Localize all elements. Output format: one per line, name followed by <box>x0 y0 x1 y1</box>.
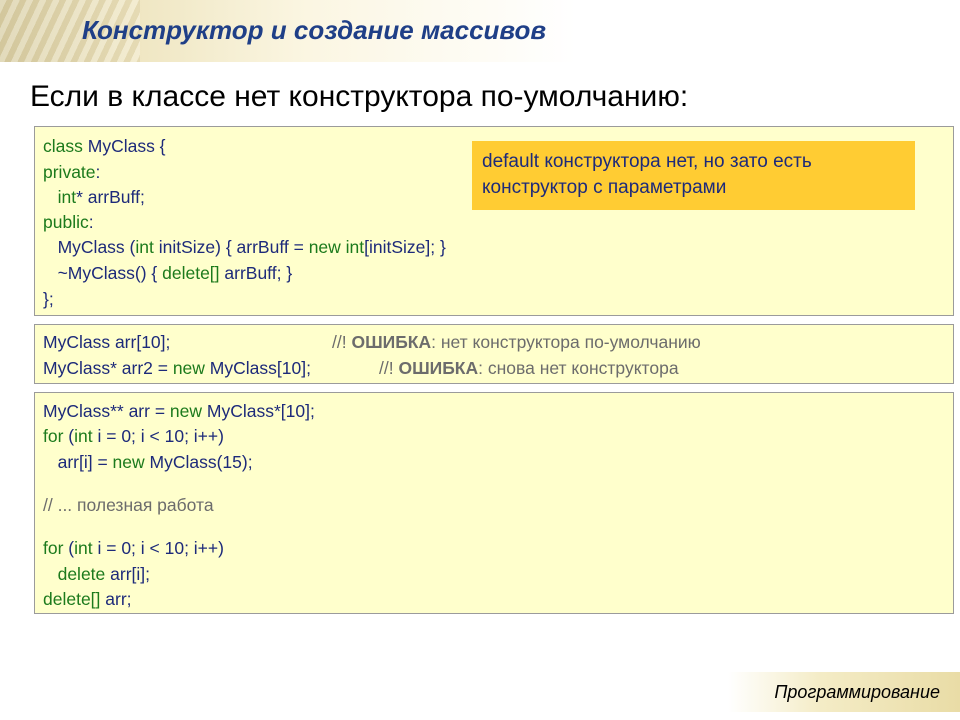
slide-title: Конструктор и создание массивов <box>82 15 547 45</box>
code-line: delete[] arr; <box>43 589 132 609</box>
code-comment: //! ОШИБКА: нет конструктора по-умолчани… <box>332 332 701 352</box>
code-line: }; <box>43 289 54 309</box>
callout-note: default конструктора нет, но зато есть к… <box>472 141 915 210</box>
error-word: ОШИБКА <box>351 332 432 352</box>
code-line: MyClass (int initSize) { arrBuff = new i… <box>43 237 446 257</box>
footer-label: Программирование <box>774 682 940 702</box>
code-line: for (int i = 0; i < 10; i++) <box>43 538 224 558</box>
code-line: int* arrBuff; <box>57 187 145 207</box>
code-line: ~MyClass() { delete[] arrBuff; } <box>43 263 293 283</box>
code-line: arr[i] = new MyClass(15); <box>43 452 253 472</box>
code-line: delete arr[i]; <box>57 564 151 584</box>
header-banner: Конструктор и создание массивов <box>0 0 960 62</box>
code-line: MyClass** arr = new MyClass*[10]; <box>43 401 315 421</box>
code-comment: // ... полезная работа <box>43 495 214 515</box>
code-comment: //! ОШИБКА: снова нет конструктора <box>379 358 679 378</box>
code-text: MyClass arr[10]; <box>43 332 171 352</box>
slide-subtitle: Если в классе нет конструктора по-умолча… <box>30 80 689 113</box>
code-line: public: <box>43 212 94 232</box>
code-line: MyClass* arr2 = new MyClass[10]; <box>43 358 311 378</box>
note-line-2: конструктор с параметрами <box>482 177 727 198</box>
code-line: class MyClass { <box>43 136 166 156</box>
code-block-errors: MyClass arr[10]; //! ОШИБКА: нет констру… <box>34 324 954 384</box>
code-line: MyClass arr[10]; <box>43 330 170 354</box>
code-line: for (int i = 0; i < 10; i++) <box>43 426 224 446</box>
note-line-1: default конструктора нет, но зато есть <box>482 151 812 172</box>
code-line: private: <box>43 162 101 182</box>
code-block-pointers: MyClass** arr = new MyClass*[10]; for (i… <box>34 392 954 614</box>
error-word: ОШИБКА <box>398 358 479 378</box>
footer-banner: Программирование <box>728 672 960 712</box>
